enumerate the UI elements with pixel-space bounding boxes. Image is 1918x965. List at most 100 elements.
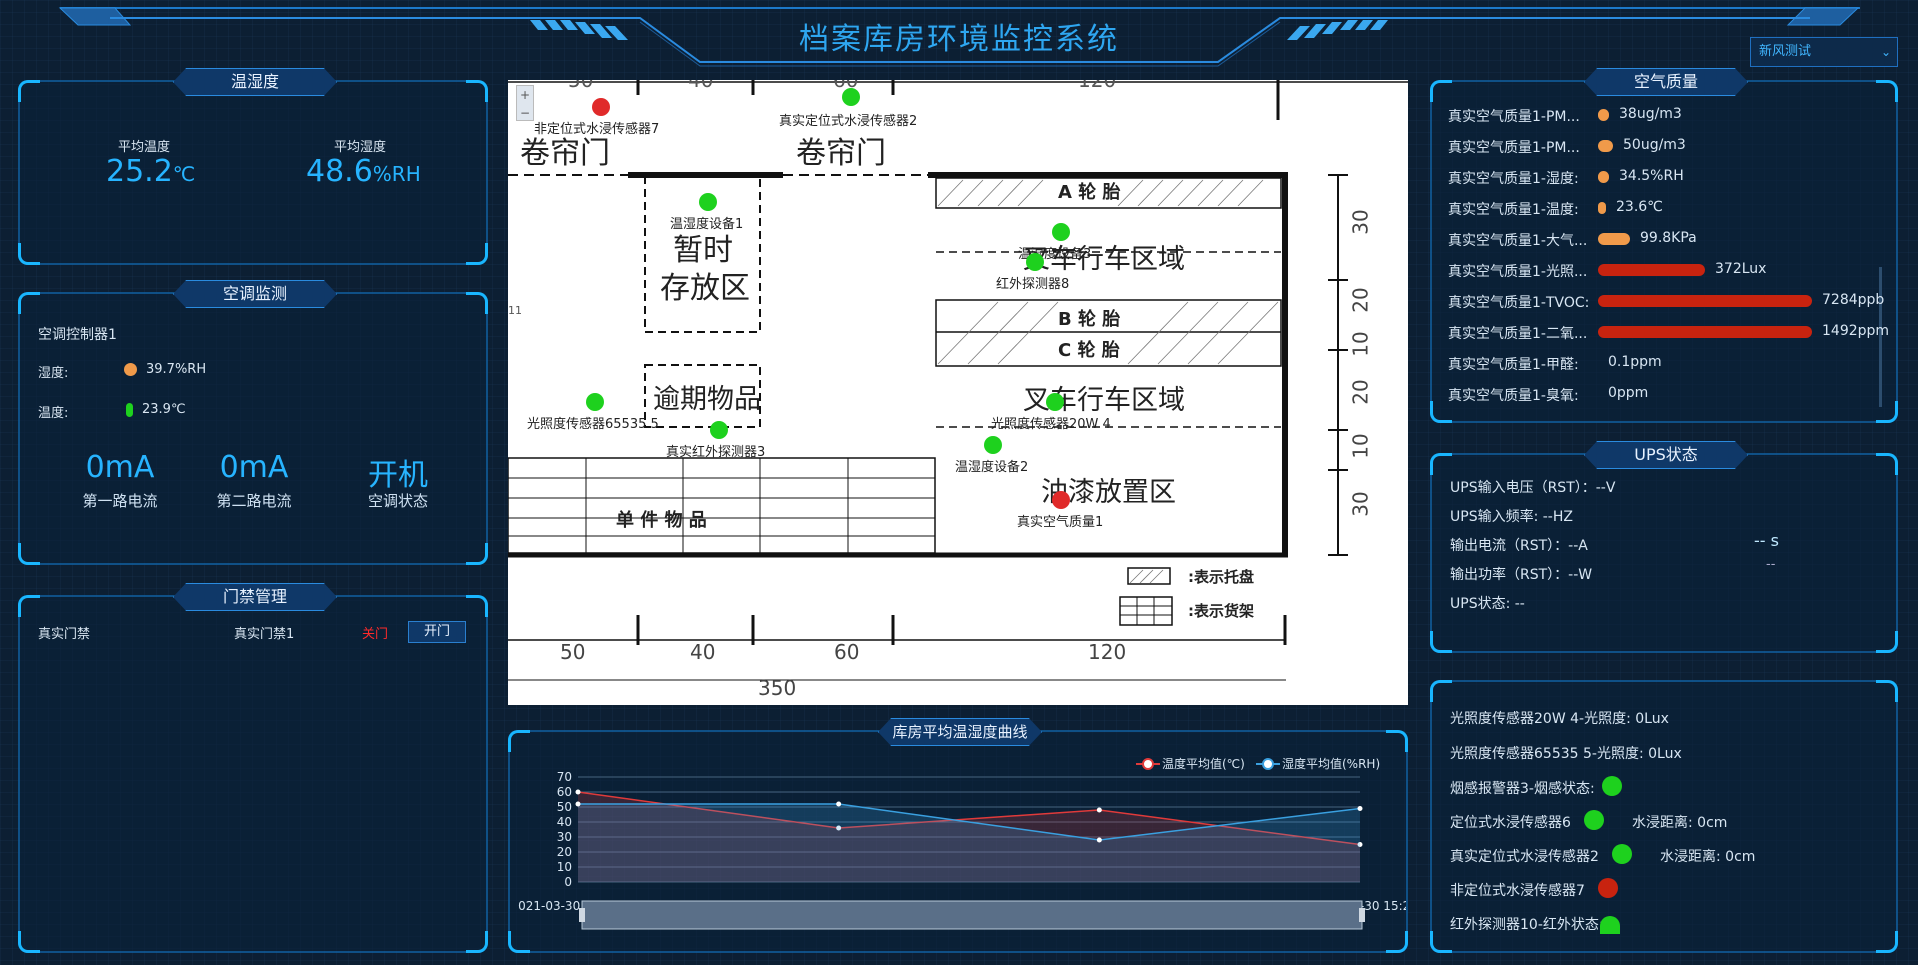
sensor-marker-th3[interactable] bbox=[1052, 223, 1070, 241]
chevron-down-icon: ⌄ bbox=[1880, 45, 1891, 59]
air-quality-level-bar bbox=[1598, 171, 1609, 183]
zoom-handle-right[interactable] bbox=[1359, 908, 1365, 922]
page-title: 档案库房环境监控系统 bbox=[799, 22, 1119, 57]
air-quality-level-bar bbox=[1598, 140, 1613, 152]
scene-select[interactable]: 新风测试 ⌄ bbox=[1750, 37, 1898, 67]
air-quality-row-value: 38ug/m3 bbox=[1619, 106, 1682, 122]
door-device: 真实门禁1 bbox=[234, 627, 295, 642]
data-point bbox=[1096, 837, 1102, 843]
smoke-status-indicator bbox=[1602, 776, 1622, 796]
map-text-temp-area-2: 存放区 bbox=[660, 271, 750, 306]
ac-title: 空调监测 bbox=[173, 280, 337, 308]
current1-label: 第一路电流 bbox=[82, 492, 158, 510]
avg-temp-value: 25.2℃ bbox=[106, 154, 196, 189]
map-dim-total: 350 bbox=[758, 676, 797, 700]
air-quality-row-value: 372Lux bbox=[1715, 261, 1767, 277]
map-vdim-3: 10 bbox=[1348, 331, 1373, 357]
sensor-marker-th2[interactable] bbox=[984, 436, 1002, 454]
air-quality-row-value: 0ppm bbox=[1608, 385, 1649, 401]
air-quality-row-label: 真实空气质量1-湿度: bbox=[1448, 171, 1579, 187]
sensor-marker-th1[interactable] bbox=[699, 193, 717, 211]
sensor-label-lux4: 光照度传感器20W 4 bbox=[991, 417, 1111, 432]
ac-temp-value: 23.9℃ bbox=[142, 402, 186, 417]
sensor-marker-lux5[interactable] bbox=[586, 393, 604, 411]
map-legend-pallet: :表示托盘 bbox=[1188, 568, 1254, 586]
air-quality-row-label: 真实空气质量1-TVOC: bbox=[1448, 295, 1590, 311]
sensor-marker-ir3[interactable] bbox=[710, 421, 728, 439]
ups-output-current: 输出电流（RST）：--A bbox=[1450, 538, 1588, 554]
air-quality-row-label: 真实空气质量1-光照... bbox=[1448, 264, 1588, 280]
map-vdim-4: 20 bbox=[1348, 379, 1373, 405]
sensor-marker-water7[interactable] bbox=[592, 98, 610, 116]
air-quality-level-bar bbox=[1598, 109, 1609, 121]
y-tick-label: 50 bbox=[557, 800, 572, 814]
sensor-marker-lux4[interactable] bbox=[1046, 393, 1064, 411]
series-area bbox=[578, 804, 1360, 882]
map-vdim-1: 30 bbox=[1348, 209, 1373, 235]
zoom-slider[interactable] bbox=[581, 900, 1363, 930]
map-text-side: 11 bbox=[508, 304, 522, 317]
avg-humidity-label: 平均湿度 bbox=[334, 140, 387, 155]
current2-value: 0mA bbox=[219, 450, 289, 485]
temp-level-bar bbox=[126, 403, 133, 417]
temp-humidity-panel: 温湿度 平均温度 25.2℃ 平均湿度 48.6%RH bbox=[18, 68, 488, 265]
ac-humidity-value: 39.7%RH bbox=[146, 362, 207, 377]
y-tick-label: 40 bbox=[557, 815, 572, 829]
map-dim-bottom-50: 50 bbox=[560, 640, 586, 664]
air-quality-row-value: 0.1ppm bbox=[1608, 354, 1662, 370]
ir-sensor-10-indicator bbox=[1600, 916, 1620, 934]
avg-temp-label: 平均温度 bbox=[118, 140, 171, 155]
map-dim-bottom-40: 40 bbox=[690, 640, 716, 664]
sensor-label-th2: 温湿度设备2 bbox=[955, 460, 1029, 475]
air-quality-level-bar bbox=[1598, 264, 1705, 276]
map-text-tire-c: C 轮 胎 bbox=[1058, 340, 1120, 361]
open-door-button[interactable]: 开门 bbox=[408, 621, 466, 643]
map-vdim-5: 10 bbox=[1348, 433, 1373, 459]
sensor-marker-air1[interactable] bbox=[1052, 491, 1070, 509]
y-tick-label: 0 bbox=[564, 875, 572, 889]
data-point bbox=[1357, 806, 1363, 811]
ups-panel: UPS状态 UPS输入电压（RST）：--V UPS输入频率: --HZ 输出电… bbox=[1430, 441, 1898, 653]
map-zoom-control[interactable]: + − bbox=[516, 85, 534, 121]
air-quality-level-bar bbox=[1598, 295, 1812, 307]
ups-status: UPS状态: -- bbox=[1450, 596, 1525, 612]
sensor-marker-ir8[interactable] bbox=[1026, 253, 1044, 271]
data-point bbox=[575, 801, 581, 807]
ups-input-frequency: UPS输入频率: --HZ bbox=[1450, 509, 1573, 525]
map-dim-40: 40 bbox=[688, 80, 714, 92]
floor-plan-drawing bbox=[508, 80, 1408, 681]
map-text-single-item: 单 件 物 品 bbox=[616, 510, 707, 531]
legend-marker bbox=[1262, 758, 1274, 770]
air-quality-row-value: 34.5%RH bbox=[1619, 168, 1684, 184]
floor-plan-map[interactable]: + − 50 40 60 120 卷帘门 卷帘门 暂时 存放区 逾期物品 叉车行车… bbox=[508, 80, 1408, 705]
door-name: 真实门禁 bbox=[38, 627, 91, 642]
current1-value: 0mA bbox=[85, 450, 155, 485]
air-quality-row-label: 真实空气质量1-温度: bbox=[1448, 202, 1579, 218]
water-sensor-6-label: 定位式水浸传感器6 bbox=[1450, 815, 1571, 831]
sensor-label-lux5: 光照度传感器65535 5 bbox=[527, 417, 659, 432]
sensors-panel: 光照度传感器20W 4-光照度: 0Lux 光照度传感器65535 5-光照度:… bbox=[1430, 680, 1898, 953]
trend-chart[interactable]: 010203040506070021-03-30 15:06:302021-03… bbox=[510, 732, 1406, 951]
ac-humidity-label: 湿度: bbox=[38, 366, 69, 381]
sensor-label-th1: 温湿度设备1 bbox=[670, 217, 744, 232]
air-quality-row-label: 真实空气质量1-大气... bbox=[1448, 233, 1588, 249]
ups-side-a: -- s bbox=[1754, 531, 1779, 550]
avg-humidity-value: 48.6%RH bbox=[306, 154, 421, 189]
map-text-rolling-door-2: 卷帘门 bbox=[796, 136, 886, 171]
map-vdim-2: 20 bbox=[1348, 287, 1373, 313]
smoke-sensor-label: 烟感报警器3-烟感状态: bbox=[1450, 781, 1595, 797]
ac-status-label: 空调状态 bbox=[367, 492, 428, 510]
data-point bbox=[1096, 807, 1102, 813]
map-text-overdue: 逾期物品 bbox=[653, 384, 761, 415]
lux-sensor-5: 光照度传感器65535 5-光照度: 0Lux bbox=[1450, 746, 1682, 762]
water-sensor-6-distance: 水浸距离: 0cm bbox=[1632, 815, 1728, 831]
air-quality-row-value: 1492ppm bbox=[1822, 323, 1890, 339]
air-quality-row-value: 23.6℃ bbox=[1616, 199, 1663, 215]
zoom-handle-left[interactable] bbox=[579, 908, 585, 922]
sensor-marker-water2[interactable] bbox=[842, 88, 860, 106]
ups-side-b: -- bbox=[1766, 557, 1776, 572]
data-point bbox=[836, 801, 842, 807]
air-quality-row-value: 7284ppb bbox=[1822, 292, 1885, 308]
air-quality-row-label: 真实空气质量1-二氧... bbox=[1448, 326, 1588, 342]
trend-panel: 库房平均温湿度曲线 0 10 20 30 40 50 60 70 021-03-30 15:06… bbox=[508, 718, 1408, 953]
